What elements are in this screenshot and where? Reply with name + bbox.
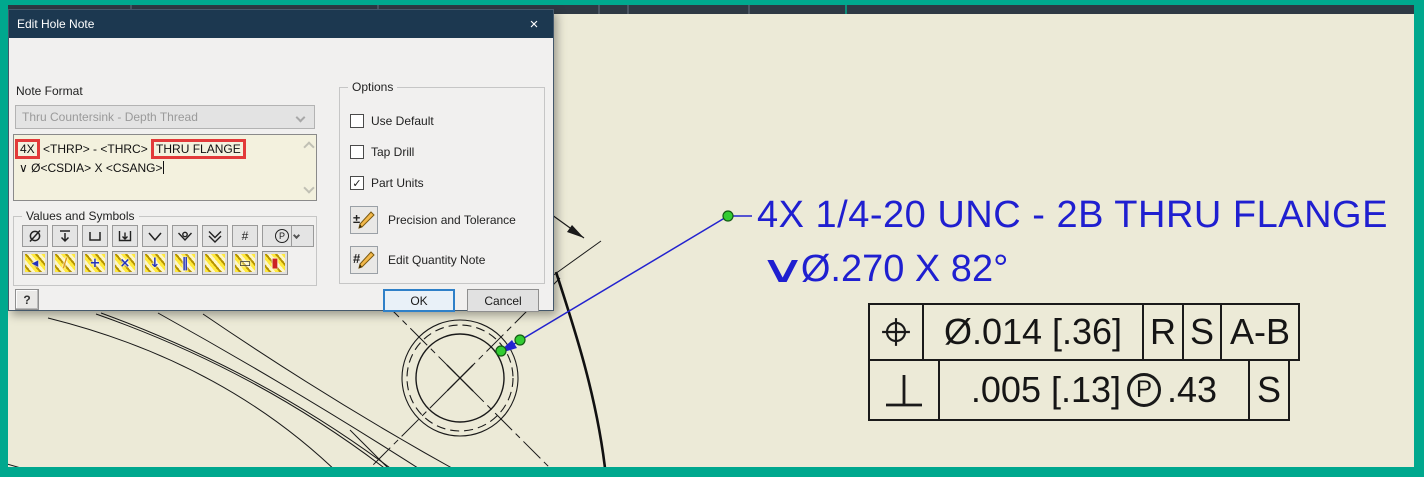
precision-tolerance-label: Precision and Tolerance	[388, 213, 516, 227]
options-label: Options	[348, 80, 398, 94]
countersink-symbol: ∨	[759, 246, 807, 291]
thread-dimension-button[interactable]: +	[82, 251, 108, 275]
note-line2: ∨ Ø<CSDIA> X <CSANG>	[19, 161, 164, 176]
note-format-value: Thru Countersink - Depth Thread	[22, 110, 198, 124]
quantity-note-symbol-button[interactable]: P	[262, 225, 314, 247]
pencil-icon	[358, 211, 375, 229]
pencil-icon	[358, 251, 375, 269]
ok-button[interactable]: OK	[383, 289, 455, 312]
checkbox-label: Use Default	[371, 114, 434, 128]
precision-tolerance-button[interactable]: ±	[350, 206, 378, 234]
note-line1: 4X <THRP> - <THRC> THRU FLANGE	[15, 139, 300, 160]
checkbox-icon[interactable]	[350, 145, 364, 159]
help-button[interactable]: ?	[15, 289, 39, 310]
circled-p-icon: P	[275, 229, 289, 243]
counterbore-depth-symbol-button[interactable]	[112, 225, 138, 247]
annotation-box-thru-flange: THRU FLANGE	[151, 139, 246, 160]
checkbox-label: Tap Drill	[371, 145, 415, 159]
scroll-up-icon[interactable]	[303, 141, 315, 153]
countersink-depth-symbol-button[interactable]	[202, 225, 228, 247]
fcf-tolerance-value: .005 [.13] P .43	[938, 359, 1250, 421]
fcf-perpendicularity[interactable]: .005 [.13] P .43 S	[868, 359, 1290, 421]
fcf-datum: S	[1248, 359, 1290, 421]
close-icon[interactable]: ×	[523, 16, 545, 33]
hole-note-line1[interactable]: 4X 1/4-20 UNC - 2B THRU FLANGE	[757, 192, 1388, 240]
options-group: Options Use Default Tap Drill ✓ Part Uni…	[339, 80, 545, 284]
checkbox-icon[interactable]	[350, 114, 364, 128]
text-caret	[162, 161, 164, 175]
values-and-symbols-label: Values and Symbols	[22, 209, 139, 223]
annotation-box-quantity: 4X	[15, 139, 40, 160]
hole-note-annotation[interactable]: 4X 1/4-20 UNC - 2B THRU FLANGE ∨ Ø.270 X…	[757, 192, 1388, 293]
fcf-position[interactable]: Ø.014 [.36] R S A-B	[868, 303, 1300, 361]
values-and-symbols-group: Values and Symbols # P ◂ ∕ + × ↓ ‖ ▭ ▮	[13, 209, 317, 286]
fcf-tolerance-value: Ø.014 [.36]	[922, 303, 1144, 361]
fcf-datum: S	[1182, 303, 1222, 361]
thread-profile-button[interactable]	[202, 251, 228, 275]
perpendicularity-symbol-icon	[868, 359, 940, 421]
chevron-down-icon	[295, 112, 306, 122]
thread-full-button[interactable]: ‖	[172, 251, 198, 275]
countersink-symbol-button[interactable]	[142, 225, 168, 247]
depth-symbol-button[interactable]	[52, 225, 78, 247]
dialog-title: Edit Hole Note	[17, 17, 95, 31]
position-symbol-icon	[868, 303, 924, 361]
checkbox-label: Part Units	[371, 176, 424, 190]
hole-note-line2[interactable]: ∨ Ø.270 X 82°	[759, 246, 1388, 294]
projected-tolerance-icon: P	[1127, 373, 1162, 407]
edit-hole-note-dialog: Edit Hole Note × Note Format Thru Counte…	[8, 9, 554, 312]
thread-insert-left-button[interactable]: ◂	[22, 251, 48, 275]
symbol-button-row: # P	[22, 225, 314, 247]
thread-depth-button[interactable]: ↓	[142, 251, 168, 275]
edit-quantity-row: # Edit Quantity Note	[350, 246, 485, 274]
thread-outline-button[interactable]: ▭	[232, 251, 258, 275]
fcf-datum: R	[1142, 303, 1184, 361]
checkbox-tap-drill[interactable]: Tap Drill	[350, 145, 414, 159]
precision-tolerance-row: ± Precision and Tolerance	[350, 206, 516, 234]
scroll-down-icon[interactable]	[303, 182, 315, 194]
note-format-label: Note Format	[16, 84, 83, 98]
cancel-button[interactable]: Cancel	[467, 289, 539, 312]
diameter-symbol-button[interactable]	[22, 225, 48, 247]
thread-section-button[interactable]: ▮	[262, 251, 288, 275]
countersink-diameter-symbol-button[interactable]	[172, 225, 198, 247]
note-format-dropdown[interactable]: Thru Countersink - Depth Thread	[15, 105, 315, 129]
dialog-titlebar[interactable]: Edit Hole Note ×	[9, 10, 553, 38]
checkbox-icon[interactable]: ✓	[350, 176, 364, 190]
thread-button-row: ◂ ∕ + × ↓ ‖ ▭ ▮	[22, 251, 288, 275]
counterbore-symbol-button[interactable]	[82, 225, 108, 247]
checkbox-use-default[interactable]: Use Default	[350, 114, 434, 128]
checkbox-part-units[interactable]: ✓ Part Units	[350, 176, 424, 190]
thread-edit-button[interactable]: ∕	[52, 251, 78, 275]
countersink-symbol: ∨	[19, 161, 28, 176]
number-symbol-button[interactable]: #	[232, 225, 258, 247]
dropdown-split[interactable]	[291, 226, 301, 246]
thread-delete-button[interactable]: ×	[112, 251, 138, 275]
edit-quantity-note-label: Edit Quantity Note	[388, 253, 486, 267]
note-text-editor[interactable]: 4X <THRP> - <THRC> THRU FLANGE ∨ Ø<CSDIA…	[13, 134, 317, 201]
hole-note-line2-text: Ø.270 X 82°	[800, 247, 1009, 290]
edit-quantity-note-button[interactable]: #	[350, 246, 378, 274]
screenshot-stage: 4X 1/4-20 UNC - 2B THRU FLANGE ∨ Ø.270 X…	[0, 0, 1424, 477]
fcf-datum: A-B	[1220, 303, 1300, 361]
